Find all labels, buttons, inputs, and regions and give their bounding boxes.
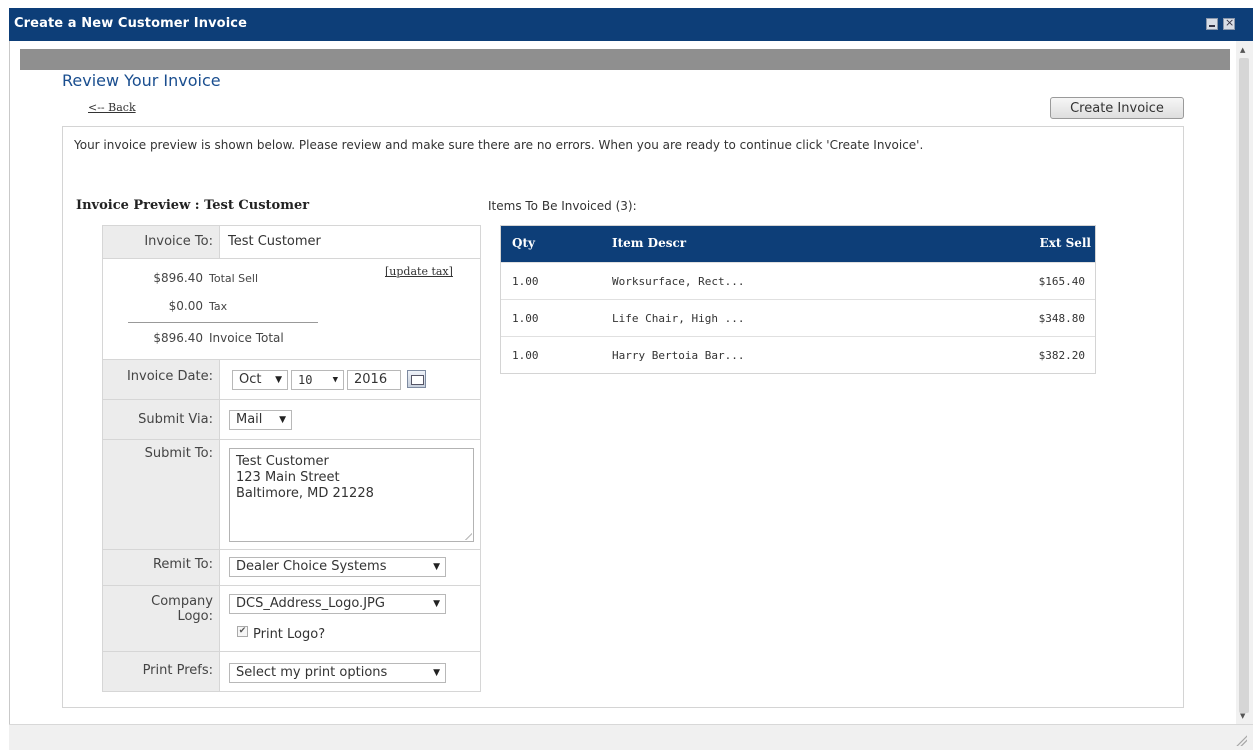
minimize-button[interactable] (1206, 18, 1218, 30)
print-prefs-row: Print Prefs: Select my print options ▼ (103, 652, 480, 691)
invoice-to-row: Invoice To: Test Customer (103, 226, 480, 259)
item-descr: Harry Bertoia Bar... (612, 349, 745, 362)
items-table: Qty Item Descr Ext Sell 1.00 Worksurface… (500, 225, 1096, 374)
chevron-down-icon: ▼ (279, 415, 286, 425)
chevron-down-icon: ▼ (332, 375, 338, 385)
submit-to-value: Test Customer 123 Main Street Baltimore,… (221, 440, 480, 549)
scroll-thumb[interactable] (1239, 58, 1249, 713)
update-tax-link[interactable]: [update tax] (385, 265, 453, 278)
submit-to-textarea[interactable]: Test Customer 123 Main Street Baltimore,… (229, 448, 474, 542)
company-logo-row: Company Logo: DCS_Address_Logo.JPG ▼ ✔ Pri… (103, 586, 480, 652)
submit-via-label: Submit Via: (103, 400, 220, 439)
company-logo-select[interactable]: DCS_Address_Logo.JPG ▼ (229, 594, 446, 614)
print-logo-checkbox[interactable]: ✔ (237, 626, 248, 637)
status-bar (9, 724, 1253, 750)
items-heading: Items To Be Invoiced (3): (488, 199, 637, 213)
invoice-form: Invoice To: Test Customer $896.40 Total … (102, 225, 481, 692)
title-bar: Create a New Customer Invoice (9, 8, 1253, 41)
table-row: 1.00 Harry Bertoia Bar... $382.20 (501, 336, 1095, 373)
item-qty: 1.00 (512, 312, 539, 325)
remit-to-row: Remit To: Dealer Choice Systems ▼ (103, 550, 480, 586)
outer-top (0, 0, 1253, 8)
company-logo-label: Company Logo: (103, 586, 220, 651)
invoice-total-label: Invoice Total (209, 331, 284, 345)
remit-to-value: Dealer Choice Systems ▼ (221, 550, 480, 585)
calendar-icon[interactable] (407, 370, 426, 388)
col-ext-sell: Ext Sell (1039, 236, 1091, 250)
items-table-header: Qty Item Descr Ext Sell (501, 226, 1095, 262)
create-invoice-button[interactable]: Create Invoice (1050, 97, 1184, 119)
item-qty: 1.00 (512, 275, 539, 288)
table-row: 1.00 Life Chair, High ... $348.80 (501, 299, 1095, 336)
col-qty: Qty (512, 236, 535, 250)
totals-section: $896.40 Total Sell [update tax] $0.00 Ta… (103, 259, 480, 360)
preview-heading: Invoice Preview : Test Customer (76, 198, 310, 213)
item-ext-sell: $382.20 (1038, 349, 1085, 362)
table-row: 1.00 Worksurface, Rect... $165.40 (501, 262, 1095, 299)
invoice-total-amount: $896.40 (153, 331, 203, 345)
scroll-up-icon[interactable]: ▲ (1240, 46, 1245, 54)
item-qty: 1.00 (512, 349, 539, 362)
item-descr: Worksurface, Rect... (612, 275, 745, 288)
back-link[interactable]: <-- Back (88, 101, 136, 114)
company-logo-value: DCS_Address_Logo.JPG ▼ ✔ Print Logo? (221, 586, 480, 651)
total-sell-label: Total Sell (209, 272, 259, 285)
totals-divider (128, 322, 318, 323)
item-ext-sell: $348.80 (1038, 312, 1085, 325)
scroll-down-icon[interactable]: ▼ (1240, 712, 1245, 720)
invoice-date-row: Invoice Date: Oct ▼ 10 ▼ 2016 (103, 360, 480, 400)
date-month-select[interactable]: Oct ▼ (232, 370, 288, 390)
invoice-to-label: Invoice To: (103, 226, 220, 258)
date-day-select[interactable]: 10 ▼ (291, 370, 344, 390)
invoice-to-value: Test Customer (228, 234, 321, 249)
remit-to-label: Remit To: (103, 550, 220, 585)
print-prefs-select[interactable]: Select my print options ▼ (229, 663, 446, 683)
chevron-down-icon: ▼ (275, 375, 282, 385)
invoice-date-label: Invoice Date: (103, 360, 220, 399)
resize-grip-icon[interactable] (1235, 734, 1247, 746)
page-title: Review Your Invoice (62, 71, 221, 90)
item-ext-sell: $165.40 (1038, 275, 1085, 288)
item-descr: Life Chair, High ... (612, 312, 745, 325)
remit-to-select[interactable]: Dealer Choice Systems ▼ (229, 557, 446, 577)
submit-to-row: Submit To: Test Customer 123 Main Street… (103, 440, 480, 550)
close-button[interactable] (1223, 16, 1235, 30)
textarea-resize-icon[interactable] (464, 532, 472, 540)
window-title: Create a New Customer Invoice (14, 16, 247, 31)
submit-to-label: Submit To: (103, 440, 220, 549)
chevron-down-icon: ▼ (433, 668, 440, 678)
submit-via-select[interactable]: Mail ▼ (229, 410, 292, 430)
tax-label: Tax (209, 300, 228, 313)
intro-text: Your invoice preview is shown below. Ple… (74, 138, 924, 152)
date-year-input[interactable]: 2016 (347, 370, 401, 390)
chevron-down-icon: ▼ (433, 562, 440, 572)
submit-via-row: Submit Via: Mail ▼ (103, 400, 480, 440)
print-prefs-label: Print Prefs: (103, 652, 220, 691)
submit-via-value: Mail ▼ (221, 400, 480, 439)
tax-amount: $0.00 (168, 299, 203, 313)
col-item-descr: Item Descr (612, 236, 687, 250)
chevron-down-icon: ▼ (433, 599, 440, 609)
print-logo-label: Print Logo? (253, 627, 326, 642)
invoice-date-value: Oct ▼ 10 ▼ 2016 (221, 360, 480, 399)
total-sell-amount: $896.40 (153, 271, 203, 285)
print-prefs-value: Select my print options ▼ (221, 652, 480, 691)
header-strip (20, 49, 1230, 70)
